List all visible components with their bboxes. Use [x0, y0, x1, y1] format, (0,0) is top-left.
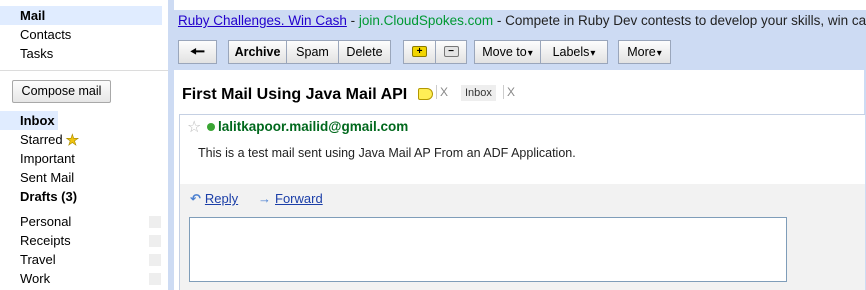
label-color-swatch[interactable]	[149, 216, 161, 228]
nav-contacts[interactable]: Contacts	[0, 25, 71, 44]
ad-separator: -	[346, 13, 359, 28]
online-status-icon	[207, 123, 215, 131]
message-view: First Mail Using Java Mail API X Inbox X…	[174, 70, 865, 290]
archive-button[interactable]: Archive	[228, 40, 287, 64]
label-color-swatch[interactable]	[149, 235, 161, 247]
nav-folder-sent[interactable]: Sent Mail	[0, 168, 74, 187]
nav-tasks[interactable]: Tasks	[0, 44, 53, 63]
chevron-down-icon: ▾	[527, 48, 533, 59]
forward-label: Forward	[275, 191, 323, 206]
add-label-button[interactable]: +	[403, 40, 436, 64]
more-actions-dropdown[interactable]: More▾	[618, 40, 671, 64]
nav-label-work[interactable]: Work	[0, 269, 50, 288]
labels-label: Labels	[552, 45, 590, 59]
add-label-icon: +	[412, 46, 427, 58]
sponsored-link-bar: Ruby Challenges. Win Cash - join.CloudSp…	[174, 10, 866, 32]
remove-marker-button[interactable]: X	[436, 85, 448, 99]
star-icon: ★	[65, 132, 80, 150]
star-toggle-icon[interactable]: ☆	[187, 117, 201, 137]
message-subject: First Mail Using Java Mail API	[182, 86, 408, 103]
reply-link[interactable]: ↶ Reply	[190, 191, 238, 207]
inbox-label-tag[interactable]: Inbox	[461, 85, 496, 101]
nav-folder-important[interactable]: Important	[0, 149, 75, 168]
message-body: This is a test mail sent using Java Mail…	[198, 146, 576, 160]
left-navigation: Mail Contacts Tasks Compose mail Inbox S…	[0, 0, 168, 290]
nav-folder-drafts[interactable]: Drafts (3)	[0, 187, 77, 206]
nav-label-receipts[interactable]: Receipts	[0, 231, 71, 250]
nav-divider	[0, 70, 168, 71]
message-toolbar: 🠔 Archive Spam Delete + − Move to▾ Label…	[174, 32, 864, 70]
reply-textarea[interactable]	[189, 217, 787, 282]
ad-domain[interactable]: join.CloudSpokes.com	[359, 13, 493, 28]
sender-address[interactable]: lalitkapoor.mailid@gmail.com	[218, 119, 408, 134]
forward-link[interactable]: → Forward	[258, 191, 323, 206]
nav-mail[interactable]: Mail	[0, 6, 162, 25]
label-color-swatch[interactable]	[149, 254, 161, 266]
nav-folder-starred-label: Starred	[20, 132, 63, 147]
chevron-down-icon: ▾	[656, 48, 662, 59]
reply-label: Reply	[204, 191, 239, 206]
nav-label-personal[interactable]: Personal	[0, 212, 71, 231]
more-label: More	[627, 45, 656, 59]
nav-folder-starred[interactable]: Starred ★	[0, 130, 80, 150]
remove-inbox-label-button[interactable]: X	[503, 85, 515, 99]
message-card: ☆ lalitkapoor.mailid@gmail.com This is a…	[179, 114, 865, 185]
compose-mail-button[interactable]: Compose mail	[12, 80, 111, 103]
back-to-inbox-button[interactable]: 🠔	[178, 40, 217, 64]
reply-icon: ↶	[190, 191, 201, 206]
move-to-dropdown[interactable]: Move to▾	[474, 40, 541, 64]
chevron-down-icon: ▾	[590, 48, 596, 59]
delete-button[interactable]: Delete	[338, 40, 391, 64]
remove-label-icon: −	[443, 46, 459, 58]
remove-label-button[interactable]: −	[435, 40, 467, 64]
nav-label-travel[interactable]: Travel	[0, 250, 56, 269]
back-arrow-icon: 🠔	[190, 42, 205, 61]
label-color-swatch[interactable]	[149, 273, 161, 285]
ad-text: - Compete in Ruby Dev contests to develo…	[493, 13, 866, 28]
forward-icon: →	[258, 191, 271, 206]
ad-title-link[interactable]: Ruby Challenges. Win Cash	[178, 13, 347, 28]
nav-folder-inbox[interactable]: Inbox	[0, 111, 58, 130]
reply-section: ↶ Reply → Forward	[179, 184, 865, 290]
important-marker-icon[interactable]	[418, 88, 433, 100]
labels-dropdown[interactable]: Labels▾	[540, 40, 608, 64]
spam-button[interactable]: Spam	[286, 40, 339, 64]
move-to-label: Move to	[482, 45, 527, 59]
